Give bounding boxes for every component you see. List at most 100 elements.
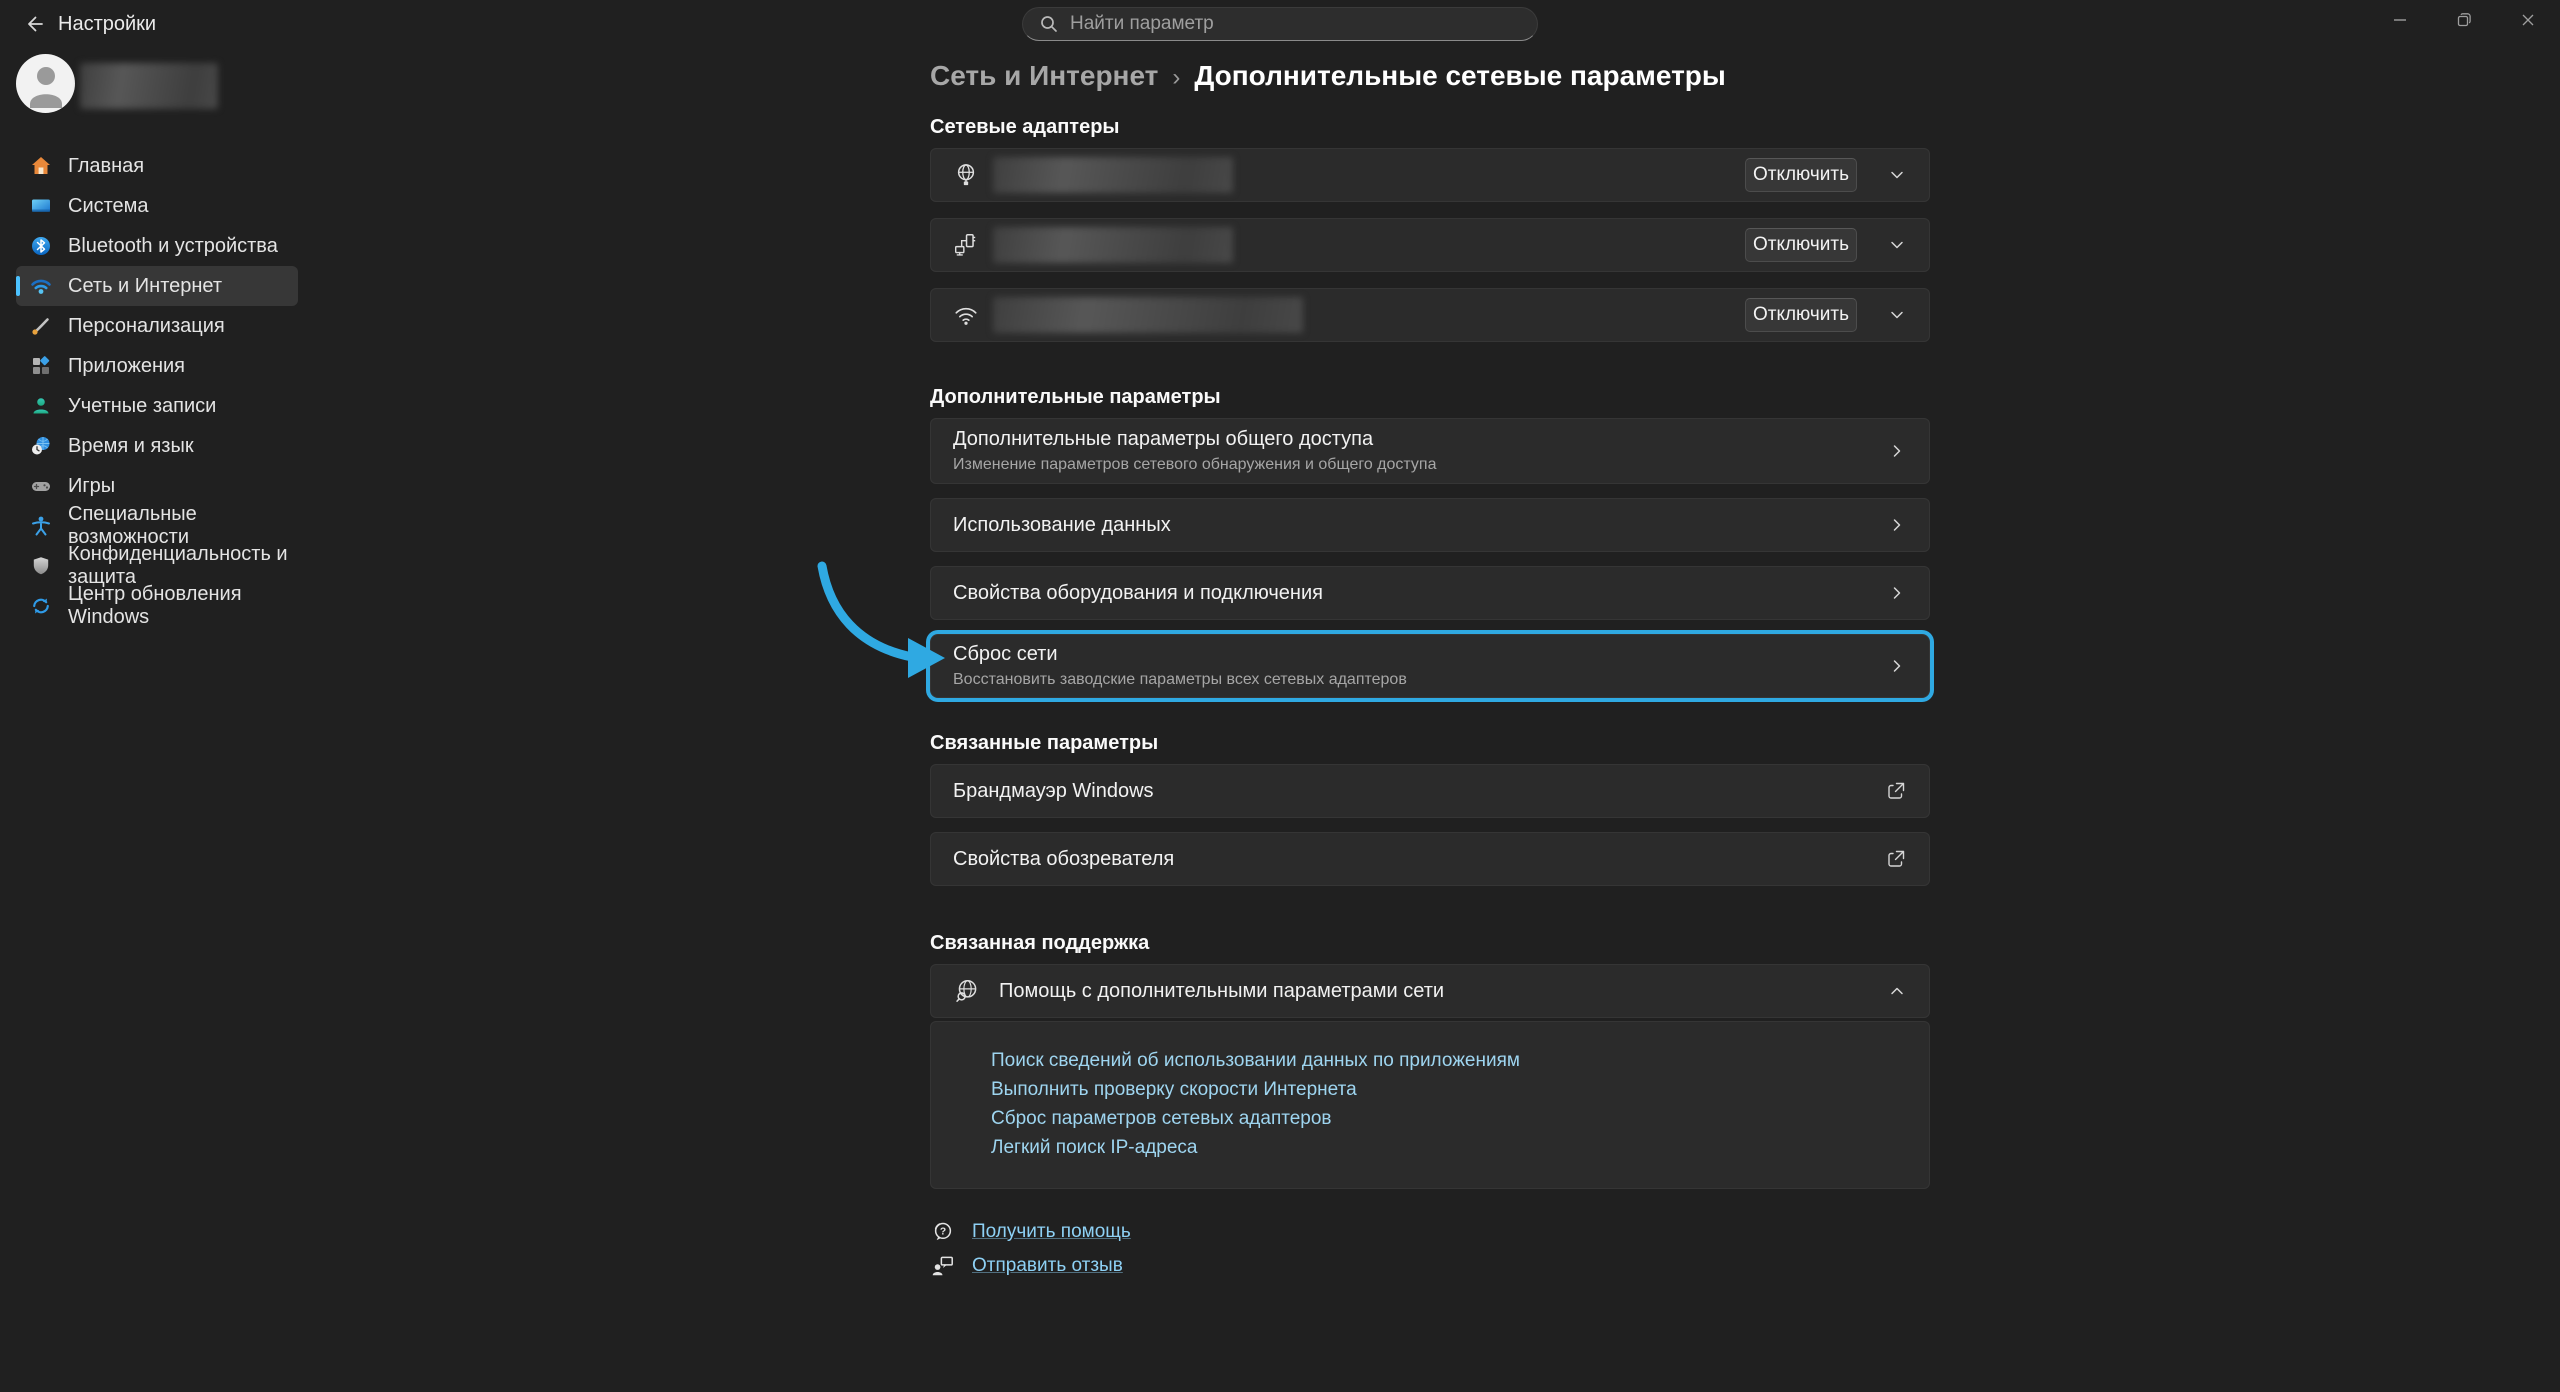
related-list: Брандмауэр Windows Свойства обозревателя [930, 764, 1930, 886]
sidebar-item-gaming[interactable]: Игры [16, 466, 298, 506]
person-icon [27, 64, 65, 108]
breadcrumb-parent[interactable]: Сеть и Интернет [930, 60, 1158, 92]
disable-adapter-button[interactable]: Отключить [1745, 158, 1857, 192]
support-link-adapter-reset[interactable]: Сброс параметров сетевых адаптеров [991, 1104, 1907, 1133]
sidebar-item-network[interactable]: Сеть и Интернет [16, 266, 298, 306]
user-name-redacted [80, 63, 218, 109]
close-icon [2518, 10, 2538, 30]
sidebar-item-time-language[interactable]: Время и язык [16, 426, 298, 466]
advanced-list: Дополнительные параметры общего доступа … [930, 418, 1930, 698]
avatar[interactable] [16, 54, 75, 113]
sidebar-item-label: Время и язык [68, 435, 194, 458]
sidebar-item-apps[interactable]: Приложения [16, 346, 298, 386]
settings-row-hardware-properties[interactable]: Свойства оборудования и подключения [930, 566, 1930, 620]
chevron-right-icon [1887, 583, 1907, 603]
adapter-row: Отключить [930, 288, 1930, 342]
send-feedback-icon [930, 1253, 956, 1279]
support-section: Помощь с дополнительными параметрами сет… [930, 964, 1930, 1018]
sidebar-item-personalization[interactable]: Персонализация [16, 306, 298, 346]
privacy-shield-icon [30, 555, 52, 577]
external-link-icon [1885, 780, 1907, 802]
get-help-row[interactable]: ? Получить помощь [930, 1215, 1930, 1249]
system-icon [30, 195, 52, 217]
sidebar-item-label: Центр обновления Windows [68, 583, 298, 629]
search-input[interactable] [1070, 13, 1521, 35]
apps-grid-icon [30, 355, 52, 377]
sidebar-item-windows-update[interactable]: Центр обновления Windows [16, 586, 298, 626]
get-help-icon: ? [930, 1219, 956, 1245]
restore-button[interactable] [2432, 0, 2496, 40]
row-title: Свойства обозревателя [953, 847, 1174, 872]
settings-row-data-usage[interactable]: Использование данных [930, 498, 1930, 552]
home-icon [30, 155, 52, 177]
back-button[interactable] [18, 10, 52, 38]
chevron-right-icon [1887, 441, 1907, 461]
adapter-name-redacted [993, 227, 1233, 263]
accounts-person-icon [30, 395, 52, 417]
section-label-adapters: Сетевые адаптеры [930, 116, 1930, 140]
adapters-list: Отключить Отключить Отключить [930, 148, 1930, 342]
restore-icon [2454, 10, 2474, 30]
window-controls [2368, 0, 2560, 48]
selected-indicator [16, 276, 20, 296]
bluetooth-icon [30, 235, 52, 257]
chevron-up-icon[interactable] [1887, 981, 1907, 1001]
breadcrumb-separator: › [1172, 61, 1180, 92]
disable-adapter-button[interactable]: Отключить [1745, 298, 1857, 332]
accessibility-person-icon [30, 515, 52, 537]
row-subtitle: Восстановить заводские параметры всех се… [953, 670, 1407, 691]
settings-row-network-reset[interactable]: Сброс сети Восстановить заводские параме… [930, 634, 1930, 698]
chevron-right-icon [1887, 656, 1907, 676]
settings-row-sharing-options[interactable]: Дополнительные параметры общего доступа … [930, 418, 1930, 484]
chevron-down-icon[interactable] [1887, 165, 1907, 185]
personalization-brush-icon [30, 315, 52, 337]
page-title: Дополнительные сетевые параметры [1194, 60, 1725, 92]
support-header-row[interactable]: Помощь с дополнительными параметрами сет… [930, 964, 1930, 1018]
adapter-name-redacted [993, 297, 1303, 333]
close-button[interactable] [2496, 0, 2560, 40]
search-icon [1039, 14, 1059, 34]
sidebar-item-accessibility[interactable]: Специальные возможности [16, 506, 298, 546]
sidebar-item-label: Bluetooth и устройства [68, 235, 278, 258]
chevron-down-icon[interactable] [1887, 235, 1907, 255]
chevron-down-icon[interactable] [1887, 305, 1907, 325]
support-link-speed-test[interactable]: Выполнить проверку скорости Интернета [991, 1075, 1907, 1104]
sidebar-item-label: Сеть и Интернет [68, 275, 222, 298]
globe-ethernet-icon [953, 162, 979, 188]
footer: ? Получить помощь Отправить отзыв [930, 1215, 1930, 1283]
network-wifi-icon [30, 275, 52, 297]
sidebar-item-label: Приложения [68, 355, 185, 378]
support-link-data-usage[interactable]: Поиск сведений об использовании данных п… [991, 1046, 1907, 1075]
globe-search-icon [953, 977, 981, 1005]
row-title: Свойства оборудования и подключения [953, 581, 1323, 606]
send-feedback-link[interactable]: Отправить отзыв [972, 1255, 1123, 1277]
sidebar-item-label: Главная [68, 155, 144, 178]
search-box[interactable] [1022, 7, 1538, 41]
breadcrumb: Сеть и Интернет › Дополнительные сетевые… [930, 58, 1930, 94]
row-title: Дополнительные параметры общего доступа [953, 427, 1436, 452]
get-help-link[interactable]: Получить помощь [972, 1221, 1131, 1243]
row-subtitle: Изменение параметров сетевого обнаружени… [953, 455, 1436, 476]
support-links: Поиск сведений об использовании данных п… [930, 1021, 1930, 1189]
main-content: Сеть и Интернет › Дополнительные сетевые… [930, 58, 1930, 1283]
disable-adapter-button[interactable]: Отключить [1745, 228, 1857, 262]
settings-row-internet-options[interactable]: Свойства обозревателя [930, 832, 1930, 886]
sidebar-item-accounts[interactable]: Учетные записи [16, 386, 298, 426]
sidebar-item-privacy[interactable]: Конфиденциальность и защита [16, 546, 298, 586]
adapter-row: Отключить [930, 148, 1930, 202]
send-feedback-row[interactable]: Отправить отзыв [930, 1249, 1930, 1283]
row-title: Сброс сети [953, 642, 1407, 667]
minimize-button[interactable] [2368, 0, 2432, 40]
titlebar: Настройки [0, 0, 2560, 48]
app-title: Настройки [58, 13, 156, 36]
sidebar-item-home[interactable]: Главная [16, 146, 298, 186]
section-label-support: Связанная поддержка [930, 932, 1930, 956]
section-label-related: Связанные параметры [930, 732, 1930, 756]
support-link-find-ip[interactable]: Легкий поиск IP-адреса [991, 1133, 1907, 1162]
sidebar-item-label: Учетные записи [68, 395, 216, 418]
svg-text:?: ? [940, 1227, 946, 1238]
time-language-icon [30, 435, 52, 457]
sidebar-item-system[interactable]: Система [16, 186, 298, 226]
sidebar-item-bluetooth[interactable]: Bluetooth и устройства [16, 226, 298, 266]
settings-row-windows-firewall[interactable]: Брандмауэр Windows [930, 764, 1930, 818]
